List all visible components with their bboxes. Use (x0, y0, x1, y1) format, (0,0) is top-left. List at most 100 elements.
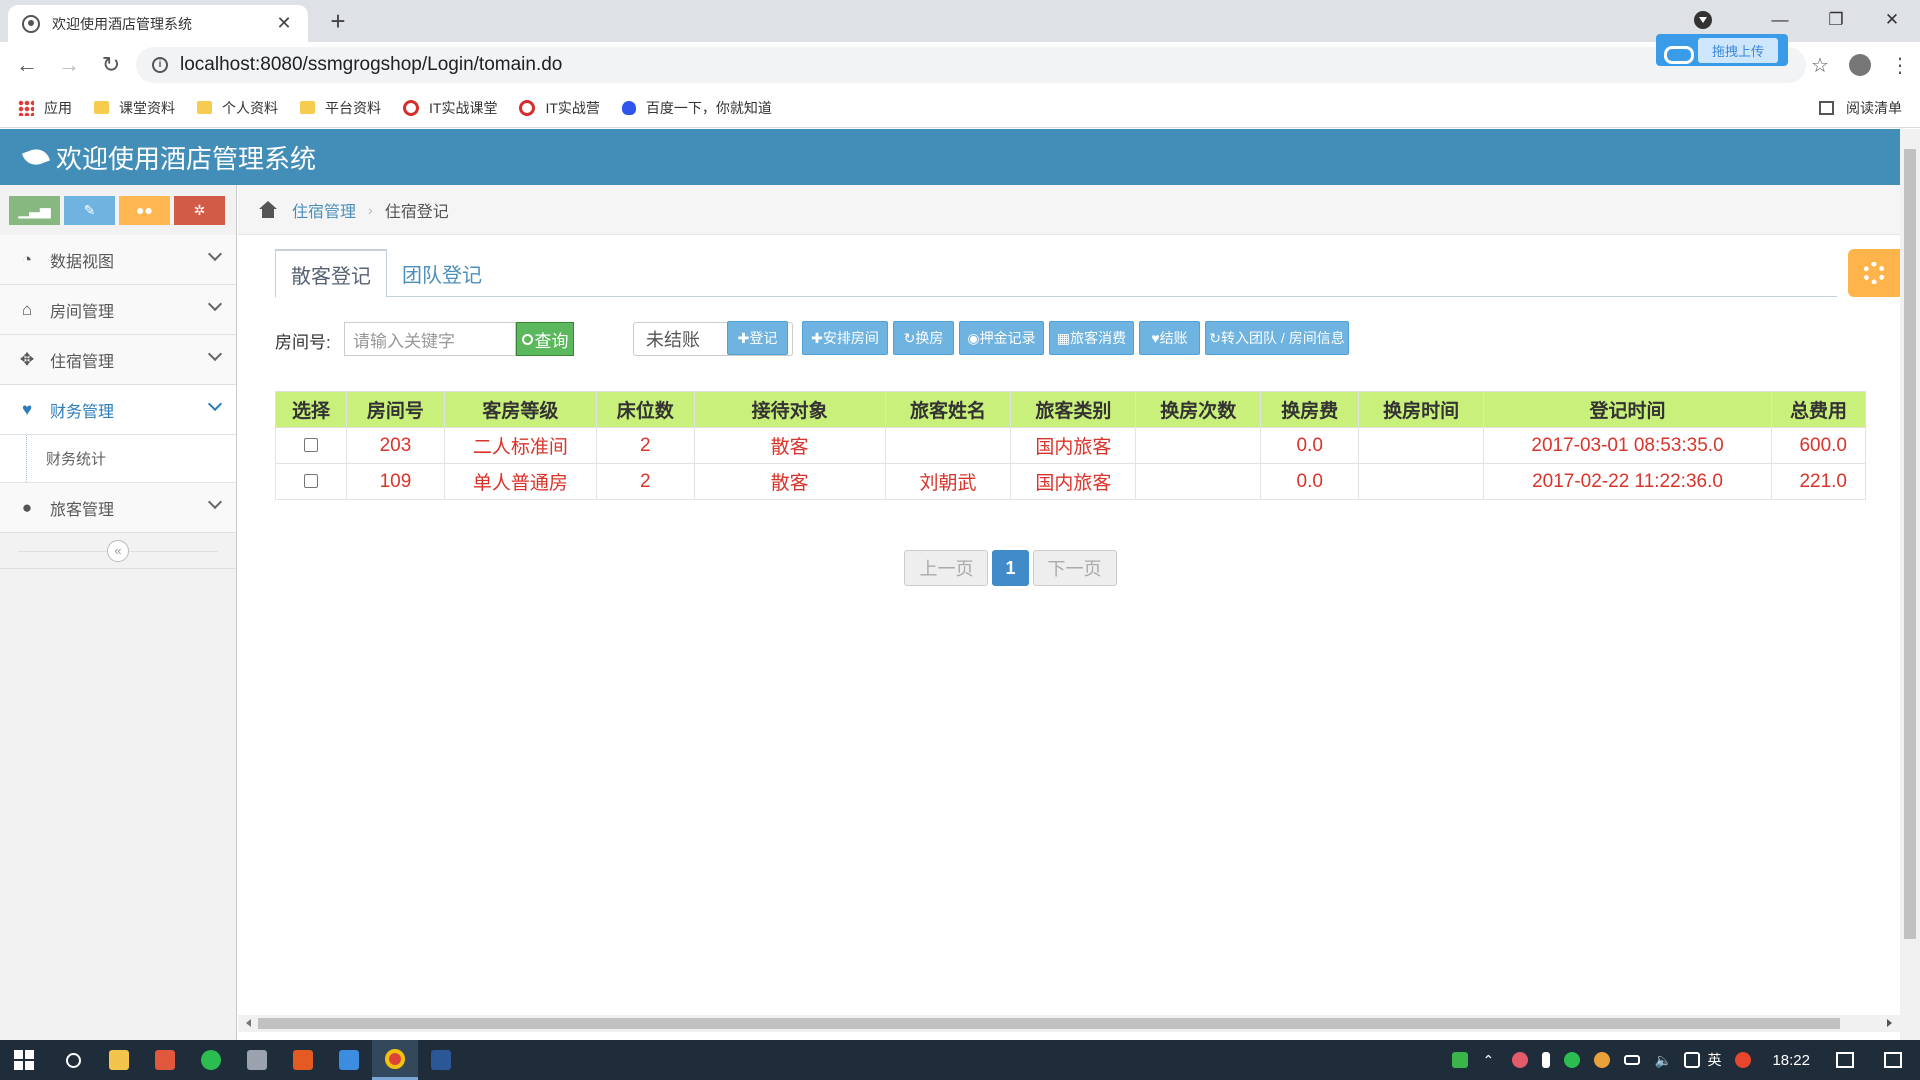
bookmark-folder[interactable]: 平台资料 (300, 98, 381, 118)
tab-search-icon[interactable] (1694, 11, 1712, 29)
notes-icon[interactable] (1836, 1052, 1854, 1068)
bookmark-link[interactable]: IT实战营 (519, 98, 600, 118)
row-checkbox[interactable] (303, 438, 318, 453)
app-header: 欢迎使用酒店管理系统 (0, 129, 1900, 185)
action-center-icon[interactable] (1884, 1052, 1902, 1068)
cogs-shortcut-button[interactable]: ✲ (174, 195, 225, 225)
sidebar-item-finance[interactable]: ♥ 财务管理 (0, 385, 236, 435)
reload-button[interactable]: ↻ (96, 52, 126, 78)
ime-indicator[interactable]: 英 (1707, 1050, 1721, 1070)
guest-consumption-button[interactable]: ▦旅客消费 (1049, 321, 1134, 355)
address-bar[interactable]: i localhost:8080/ssmgrogshop/Login/tomai… (136, 47, 1806, 83)
table-cell: 203 (345, 427, 445, 464)
collapse-sidebar-button[interactable]: « (107, 540, 129, 562)
forward-button[interactable]: → (54, 52, 84, 78)
windows-start-icon[interactable] (14, 1050, 34, 1070)
bookmark-link[interactable]: IT实战课堂 (403, 98, 497, 118)
sidebar-item-lodging[interactable]: ✥ 住宿管理 (0, 335, 236, 385)
sidebar-item-rooms[interactable]: ⌂ 房间管理 (0, 285, 236, 335)
app-icon[interactable] (280, 1040, 326, 1080)
search-input[interactable]: 请输入关键字 (344, 322, 516, 356)
sogou-icon[interactable] (1735, 1052, 1752, 1068)
settings-toggle[interactable] (1848, 249, 1900, 297)
breadcrumb: 住宿管理 › 住宿登记 (238, 185, 1900, 235)
deposit-records-button[interactable]: ◉押金记录 (959, 321, 1044, 355)
search-button[interactable]: 查询 (516, 322, 574, 356)
chevron-down-icon (207, 494, 223, 510)
upload-widget[interactable]: 拖拽上传 (1656, 34, 1788, 66)
wechat-tray-icon[interactable] (1564, 1052, 1581, 1068)
table-cell: 109 (345, 463, 445, 500)
scroll-left-arrow[interactable] (246, 1019, 251, 1027)
tab-individual-registration[interactable]: 散客登记 (275, 249, 387, 298)
change-room-button[interactable]: ↻换房 (893, 321, 954, 355)
taskbar-clock[interactable]: 18:22 (1772, 1052, 1810, 1069)
tray-app-icon[interactable] (1512, 1052, 1529, 1068)
close-tab-icon[interactable]: ✕ (274, 13, 294, 34)
scrollbar-thumb[interactable] (258, 1018, 1840, 1029)
table-cell: 2017-02-22 11:22:36.0 (1483, 463, 1772, 500)
scrollbar-thumb[interactable] (1904, 149, 1916, 939)
table-row[interactable]: 109 单人普通房 2 散客 刘朝武 国内旅客 0.0 2017-02-22 1… (275, 463, 1867, 500)
close-window-button[interactable]: ✕ (1864, 10, 1920, 30)
column-header: 旅客类别 (1010, 391, 1137, 428)
profile-avatar[interactable] (1849, 54, 1871, 76)
battery-status-icon[interactable] (1452, 1052, 1469, 1068)
horizontal-scrollbar[interactable] (238, 1015, 1900, 1032)
next-page-button[interactable]: 下一页 (1032, 550, 1117, 586)
sidebar-item-guests[interactable]: ● 旅客管理 (0, 483, 236, 533)
register-button[interactable]: ✚登记 (727, 321, 788, 355)
row-checkbox[interactable] (303, 474, 318, 489)
column-header: 房间号 (345, 391, 445, 428)
wechat-icon[interactable] (188, 1040, 234, 1080)
assign-room-button[interactable]: ✚安排房间 (802, 321, 888, 355)
back-button[interactable]: ← (12, 52, 42, 78)
breadcrumb-current: 住宿登记 (384, 203, 449, 221)
signal-shortcut-button[interactable]: ▁▃▅ (9, 195, 60, 225)
info-icon[interactable]: i (152, 57, 168, 73)
new-tab-button[interactable]: + (322, 6, 354, 38)
minimize-button[interactable]: — (1752, 10, 1808, 30)
bookmark-folder[interactable]: 课堂资料 (94, 98, 175, 118)
baidu-paw-icon (621, 100, 636, 115)
bookmark-folder[interactable]: 个人资料 (197, 98, 278, 118)
microphone-icon[interactable] (1542, 1052, 1551, 1068)
battery-icon[interactable] (1624, 1055, 1641, 1065)
table-row[interactable]: 203 二人标准间 2 散客 国内旅客 0.0 2017-03-01 08:53… (275, 427, 1867, 464)
table-cell: 散客 (693, 427, 886, 464)
current-page-button[interactable]: 1 (992, 550, 1029, 586)
breadcrumb-parent-link[interactable]: 住宿管理 (292, 198, 356, 222)
checkout-button[interactable]: ♥结账 (1139, 321, 1200, 355)
chevron-up-icon[interactable]: ⌃ (1482, 1052, 1498, 1068)
tab-group-registration[interactable]: 团队登记 (387, 249, 497, 298)
table-cell: 0.0 (1260, 427, 1360, 464)
chrome-icon[interactable] (372, 1040, 418, 1080)
file-explorer-icon[interactable] (96, 1040, 142, 1080)
vertical-scrollbar[interactable] (1900, 129, 1920, 1040)
feather-app-icon[interactable] (326, 1040, 372, 1080)
bookmark-link[interactable]: 百度一下，你就知道 (621, 98, 772, 118)
settings-app-icon[interactable] (234, 1040, 280, 1080)
word-app-icon[interactable] (418, 1040, 464, 1080)
restore-button[interactable]: ❐ (1808, 10, 1864, 30)
search-icon[interactable] (50, 1040, 96, 1080)
bookmark-star-icon[interactable]: ☆ (1800, 53, 1840, 78)
prev-page-button[interactable]: 上一页 (904, 550, 989, 586)
pencil-shortcut-button[interactable]: ✎ (64, 195, 115, 225)
qq-tray-icon[interactable] (1594, 1052, 1611, 1068)
network-icon[interactable] (1684, 1052, 1701, 1068)
scroll-right-arrow[interactable] (1887, 1019, 1892, 1027)
bookmark-apps[interactable]: 应用 (18, 98, 72, 118)
menu-dots-icon[interactable]: ⋮ (1880, 53, 1920, 78)
reading-list[interactable]: 阅读清单 (1819, 88, 1902, 128)
transfer-team-button[interactable]: ↻转入团队 / 房间信息 (1205, 321, 1349, 355)
browser-tab[interactable]: 欢迎使用酒店管理系统 ✕ (8, 5, 308, 42)
sidebar-item-dashboard[interactable]: ◔ 数据视图 (0, 235, 236, 285)
app-icon[interactable] (142, 1040, 188, 1080)
volume-icon[interactable]: 🔈 (1654, 1052, 1671, 1068)
chevron-down-icon (207, 396, 223, 412)
users-shortcut-button[interactable]: ●● (119, 195, 170, 225)
gear-icon (1863, 262, 1885, 284)
column-header: 床位数 (595, 391, 695, 428)
sidebar-subitem-finance-stats[interactable]: 财务统计 (0, 435, 236, 483)
